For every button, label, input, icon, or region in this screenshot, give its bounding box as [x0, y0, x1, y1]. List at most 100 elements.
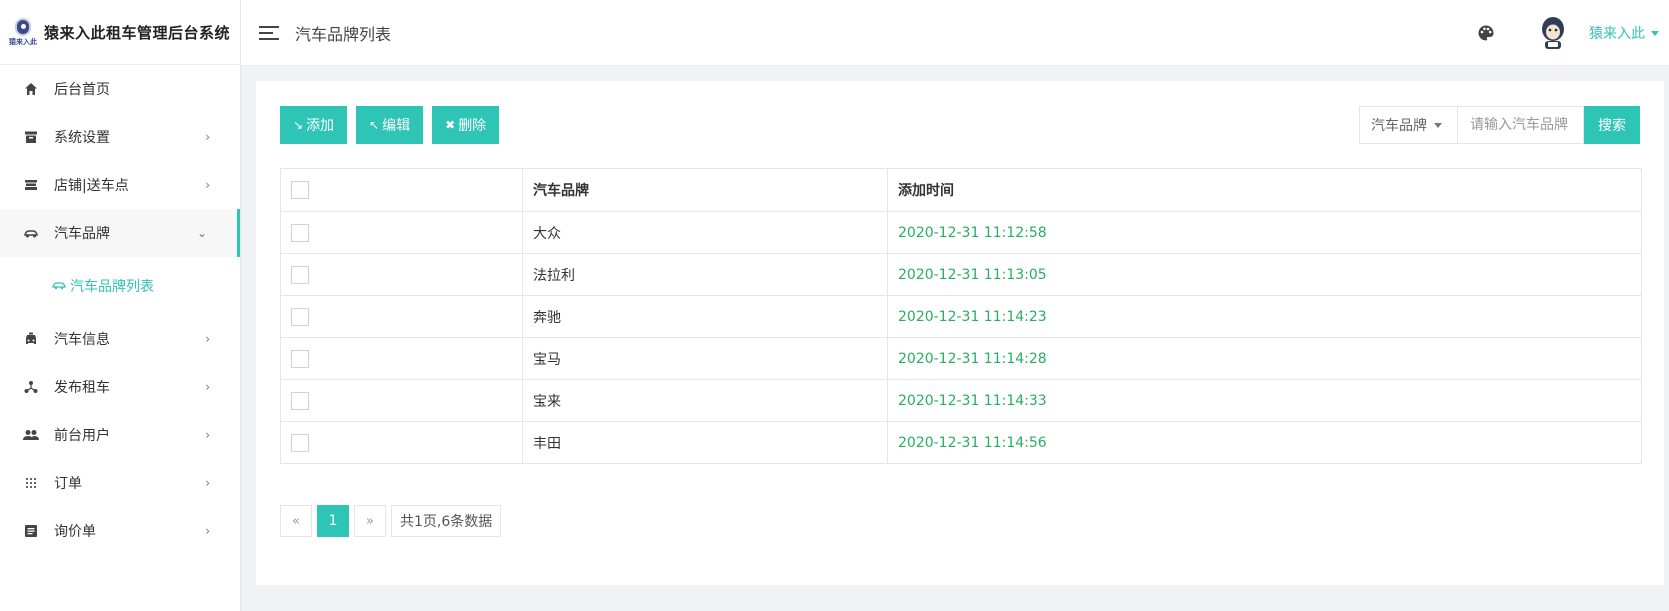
car-small-icon: [52, 279, 66, 293]
chevron-right-icon: ›: [205, 428, 210, 442]
user-name: 猿来入此: [1589, 26, 1645, 42]
taxi-icon: [22, 330, 40, 348]
row-checkbox-cell: [280, 337, 523, 380]
search-field-select[interactable]: 汽车品牌: [1359, 106, 1458, 144]
caret-down-icon: [1434, 122, 1442, 128]
sidebar-item-label: 发布租车: [54, 380, 110, 396]
top-header: 汽车品牌列表 猿来入此: [241, 0, 1669, 66]
pagination-info: 共1页,6条数据: [391, 505, 502, 537]
sidebar: 猿来入此 猿来入此租车管理后台系统 后台首页 系统设置 › 店铺|送车点 › 汽…: [0, 0, 241, 611]
sidebar-item-stores[interactable]: 店铺|送车点 ›: [0, 161, 240, 209]
brand: 猿来入此 猿来入此租车管理后台系统: [0, 0, 240, 65]
home-icon: [22, 80, 40, 98]
sidebar-item-car-brands[interactable]: 汽车品牌 ⌄: [0, 209, 240, 257]
row-checkbox-cell: [280, 253, 523, 296]
sidebar-item-orders[interactable]: 订单 ›: [0, 459, 240, 507]
add-button[interactable]: ↘ 添加: [280, 106, 348, 144]
table-row[interactable]: 宝来 2020-12-31 11:14:33: [280, 379, 1642, 422]
sidebar-item-label: 汽车品牌: [54, 226, 110, 242]
time-cell: 2020-12-31 11:14:33: [887, 379, 1642, 422]
table-row[interactable]: 大众 2020-12-31 11:12:58: [280, 211, 1642, 254]
row-checkbox-cell: [280, 379, 523, 422]
users-icon: [22, 426, 40, 444]
palette-icon[interactable]: [1477, 24, 1495, 42]
edit-button-label: 编辑: [382, 118, 411, 134]
add-button-label: 添加: [306, 118, 335, 134]
row-checkbox[interactable]: [291, 349, 309, 368]
chevron-right-icon: ›: [205, 332, 210, 346]
delete-x-icon: ✖: [445, 118, 456, 132]
sidebar-subitem-car-brand-list[interactable]: 汽车品牌列表: [0, 257, 240, 315]
app-title: 猿来入此租车管理后台系统: [44, 23, 231, 42]
sidebar-item-label: 系统设置: [54, 130, 110, 146]
sidebar-menu: 后台首页 系统设置 › 店铺|送车点 › 汽车品牌 ⌄ 汽车品牌列表 汽车信息 …: [0, 65, 240, 555]
time-cell: 2020-12-31 11:14:28: [887, 337, 1642, 380]
brand-cell: 法拉利: [522, 253, 888, 296]
caret-down-icon: [1651, 30, 1659, 36]
row-checkbox-cell: [280, 295, 523, 338]
time-cell: 2020-12-31 11:14:56: [887, 421, 1642, 464]
sidebar-item-home[interactable]: 后台首页: [0, 65, 240, 113]
sidebar-item-system-settings[interactable]: 系统设置 ›: [0, 113, 240, 161]
table-row[interactable]: 法拉利 2020-12-31 11:13:05: [280, 253, 1642, 296]
network-icon: [22, 378, 40, 396]
row-checkbox-cell: [280, 211, 523, 254]
car-icon: [22, 224, 40, 242]
grid-icon: [22, 474, 40, 492]
select-label: 汽车品牌: [1371, 118, 1427, 134]
table-row[interactable]: 宝马 2020-12-31 11:14:28: [280, 337, 1642, 380]
search-button[interactable]: 搜索: [1584, 106, 1640, 144]
menu-toggle-icon[interactable]: [259, 25, 279, 40]
time-cell: 2020-12-31 11:14:23: [887, 295, 1642, 338]
avatar[interactable]: [1539, 15, 1567, 51]
user-menu[interactable]: 猿来入此: [1589, 23, 1659, 43]
pagination: « 1 » 共1页,6条数据: [280, 505, 506, 537]
row-checkbox[interactable]: [291, 307, 309, 326]
sidebar-item-label: 后台首页: [54, 82, 110, 98]
brand-table: 汽车品牌 添加时间 大众 2020-12-31 11:12:58 法拉利 202…: [280, 168, 1642, 464]
row-checkbox[interactable]: [291, 265, 309, 284]
sidebar-item-publish-rental[interactable]: 发布租车 ›: [0, 363, 240, 411]
logo-badge-icon: [15, 18, 31, 36]
table-header-row: 汽车品牌 添加时间: [280, 168, 1642, 212]
sidebar-item-label: 询价单: [54, 524, 96, 540]
sidebar-item-car-info[interactable]: 汽车信息 ›: [0, 315, 240, 363]
logo: 猿来入此: [8, 14, 38, 50]
brand-cell: 大众: [522, 211, 888, 254]
row-checkbox[interactable]: [291, 433, 309, 452]
brand-cell: 奔驰: [522, 295, 888, 338]
sidebar-item-inquiries[interactable]: 询价单 ›: [0, 507, 240, 555]
prev-page-button[interactable]: «: [280, 505, 312, 537]
delete-button-label: 删除: [458, 118, 487, 134]
list-icon: [22, 522, 40, 540]
table-row[interactable]: 丰田 2020-12-31 11:14:56: [280, 421, 1642, 464]
brand-cell: 宝来: [522, 379, 888, 422]
brand-cell: 宝马: [522, 337, 888, 380]
brand-cell: 丰田: [522, 421, 888, 464]
row-checkbox[interactable]: [291, 391, 309, 410]
time-cell: 2020-12-31 11:12:58: [887, 211, 1642, 254]
delete-button[interactable]: ✖ 删除: [432, 106, 500, 144]
page-button-1[interactable]: 1: [317, 505, 349, 537]
store-icon: [22, 176, 40, 194]
header-right: 猿来入此: [1477, 0, 1669, 66]
logo-text: 猿来入此: [9, 38, 37, 46]
select-all-checkbox[interactable]: [291, 181, 309, 199]
chevron-right-icon: ›: [205, 178, 210, 192]
sidebar-subitem-label: 汽车品牌列表: [70, 279, 154, 295]
sidebar-item-frontend-users[interactable]: 前台用户 ›: [0, 411, 240, 459]
arrow-down-right-icon: ↘: [293, 118, 304, 132]
row-checkbox-cell: [280, 421, 523, 464]
search-input[interactable]: [1458, 106, 1584, 144]
header-checkbox-cell: [280, 168, 523, 212]
next-page-button[interactable]: »: [354, 505, 386, 537]
toolbar: ↘ 添加 ↖ 编辑 ✖ 删除: [280, 106, 508, 144]
search-box: 汽车品牌 搜索: [1359, 106, 1640, 144]
table-row[interactable]: 奔驰 2020-12-31 11:14:23: [280, 295, 1642, 338]
main-content: ↘ 添加 ↖ 编辑 ✖ 删除 汽车品牌 搜索 汽车品牌 添加时间: [256, 81, 1664, 585]
sidebar-item-label: 店铺|送车点: [54, 178, 129, 194]
chevron-right-icon: ›: [205, 476, 210, 490]
row-checkbox[interactable]: [291, 223, 309, 242]
edit-button[interactable]: ↖ 编辑: [356, 106, 424, 144]
chevron-right-icon: ›: [205, 380, 210, 394]
